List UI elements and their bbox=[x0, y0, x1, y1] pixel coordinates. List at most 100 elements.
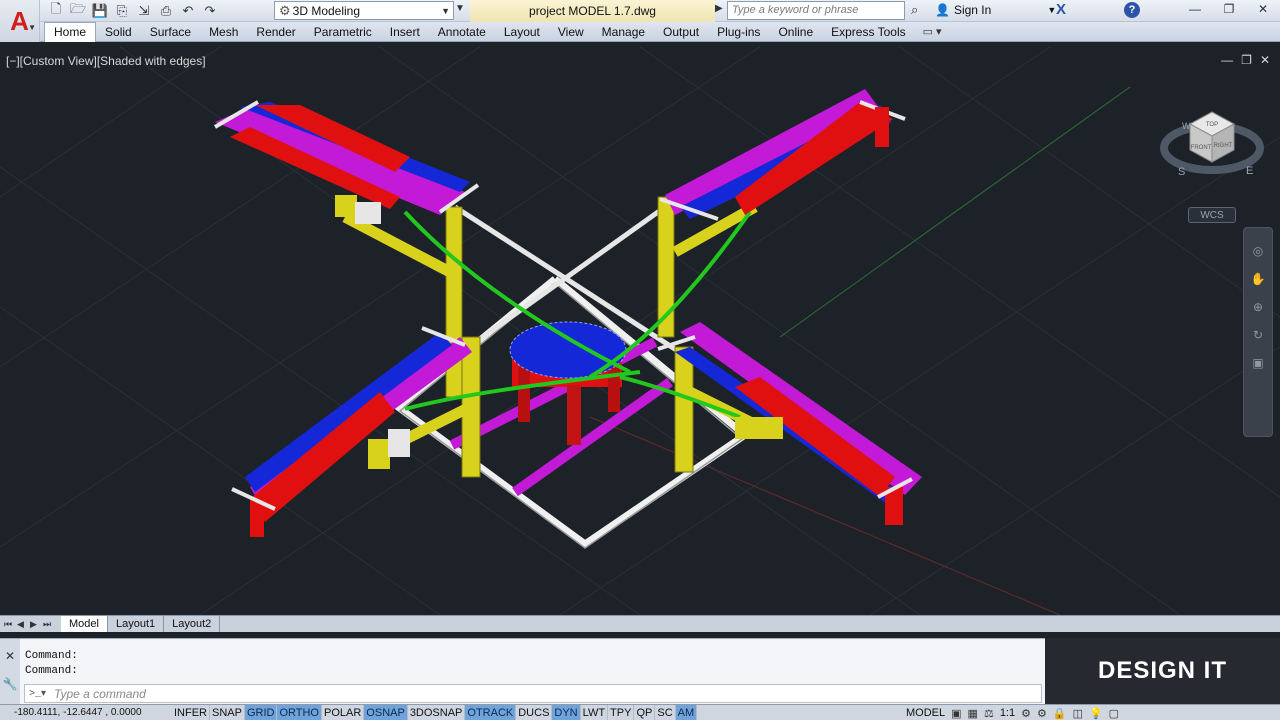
save-as-icon[interactable]: ⎘ bbox=[112, 1, 132, 21]
toggle-3dosnap[interactable]: 3DOSNAP bbox=[408, 705, 466, 720]
toggle-polar[interactable]: POLAR bbox=[322, 705, 365, 720]
command-history-line: Command: bbox=[25, 665, 78, 677]
viewport-label[interactable]: [−][Custom View][Shaded with edges] bbox=[6, 54, 206, 68]
ribbon-tab-mesh[interactable]: Mesh bbox=[200, 22, 247, 42]
sign-in-button[interactable]: 👤 Sign In ▼ bbox=[935, 3, 1056, 17]
ribbon-tab-home[interactable]: Home bbox=[44, 21, 97, 42]
new-file-icon[interactable]: 🗋 bbox=[46, 1, 66, 21]
layout-tab-model[interactable]: Model bbox=[61, 616, 108, 632]
prev-tab-icon[interactable]: ◀ bbox=[17, 619, 27, 630]
minimize-icon[interactable]: — bbox=[1221, 53, 1233, 67]
compass-s-label[interactable]: S bbox=[1178, 166, 1185, 178]
drawing-viewport[interactable]: [−][Custom View][Shaded with edges] — ❐ … bbox=[0, 47, 1280, 615]
undo-icon[interactable]: ↶ bbox=[178, 1, 198, 21]
ribbon-tab-online[interactable]: Online bbox=[769, 22, 822, 42]
restore-icon[interactable]: ❐ bbox=[1212, 0, 1246, 18]
viewcube[interactable]: TOP FRONT RIGHT S E W bbox=[1160, 102, 1264, 192]
layout-icon[interactable]: ▣ bbox=[951, 707, 961, 720]
showmotion-icon[interactable]: ▣ bbox=[1252, 356, 1263, 370]
toggle-grid[interactable]: GRID bbox=[244, 705, 278, 720]
restore-icon[interactable]: ❐ bbox=[1241, 53, 1252, 67]
toggle-snap[interactable]: SNAP bbox=[210, 705, 245, 720]
close-icon[interactable]: ✕ bbox=[1260, 53, 1270, 67]
save-icon[interactable]: 💾 bbox=[90, 1, 110, 21]
toggle-ortho[interactable]: ORTHO bbox=[277, 705, 322, 720]
model-space-label[interactable]: MODEL bbox=[906, 707, 945, 719]
orbit-icon[interactable]: ↻ bbox=[1253, 328, 1263, 342]
status-right: MODEL ▣ ▦ ⚖ 1:1 ⚙ ⚙ 🔒 ◫ 💡 ▢ bbox=[906, 705, 1119, 720]
ribbon-tab-output[interactable]: Output bbox=[654, 22, 708, 42]
exchange-icon[interactable]: X bbox=[1056, 1, 1066, 18]
first-tab-icon[interactable]: ⏮ bbox=[4, 619, 14, 630]
ribbon-tab-surface[interactable]: Surface bbox=[141, 22, 200, 42]
ribbon-tab-layout[interactable]: Layout bbox=[495, 22, 549, 42]
redo-icon[interactable]: ↷ bbox=[200, 1, 220, 21]
minimize-icon[interactable]: — bbox=[1178, 0, 1212, 18]
hardware-acceleration-icon[interactable]: ◫ bbox=[1073, 707, 1083, 720]
ribbon-tab-solid[interactable]: Solid bbox=[96, 22, 141, 42]
ribbon-tab-parametric[interactable]: Parametric bbox=[305, 22, 381, 42]
annotation-visibility-icon[interactable]: ⚙ bbox=[1021, 707, 1031, 720]
model-canvas[interactable] bbox=[0, 47, 1280, 615]
toggle-osnap[interactable]: OSNAP bbox=[364, 705, 408, 720]
close-icon[interactable]: ✕ bbox=[5, 649, 15, 663]
chevron-down-icon: ▼ bbox=[1047, 5, 1057, 15]
arm-bottom-right bbox=[657, 322, 922, 525]
ribbon-tab-manage[interactable]: Manage bbox=[593, 22, 654, 42]
close-icon[interactable]: ✕ bbox=[1246, 0, 1280, 18]
ribbon-tab-render[interactable]: Render bbox=[247, 22, 304, 42]
next-tab-icon[interactable]: ▶ bbox=[30, 619, 40, 630]
ribbon-tab-express-tools[interactable]: Express Tools bbox=[822, 22, 914, 42]
viewcube-top-label[interactable]: TOP bbox=[1206, 122, 1218, 128]
viewcube-front-label[interactable]: FRONT bbox=[1191, 145, 1212, 151]
chevron-down-icon: ▼ bbox=[28, 23, 36, 32]
ribbon-tab-plug-ins[interactable]: Plug-ins bbox=[708, 22, 769, 42]
workspace-switch-icon[interactable]: ⚙ bbox=[1037, 707, 1047, 720]
toggle-sc[interactable]: SC bbox=[655, 705, 676, 720]
machine-model[interactable] bbox=[213, 89, 922, 549]
plot-icon[interactable]: ⎙ bbox=[156, 1, 176, 21]
ribbon-tab-annotate[interactable]: Annotate bbox=[429, 22, 495, 42]
viewport-icon[interactable]: ▦ bbox=[968, 707, 978, 720]
viewcube-right-label[interactable]: RIGHT bbox=[1214, 143, 1233, 149]
pan-icon[interactable]: ✋ bbox=[1251, 272, 1266, 286]
command-prompt-icon[interactable]: >_▾ bbox=[29, 688, 46, 700]
binoculars-icon[interactable]: ⌕ bbox=[911, 2, 918, 18]
zoom-icon[interactable]: ⊕ bbox=[1253, 300, 1263, 314]
ribbon-tab-view[interactable]: View bbox=[549, 22, 593, 42]
compass-w-label[interactable]: W bbox=[1182, 121, 1191, 131]
application-menu-button[interactable]: A ▼ bbox=[0, 0, 40, 42]
toolbar-more-icon[interactable]: ▼ bbox=[455, 3, 465, 14]
layout-tab-layout2[interactable]: Layout2 bbox=[164, 616, 221, 632]
lock-icon[interactable]: 🔒 bbox=[1053, 707, 1067, 720]
ribbon-minimize-icon[interactable]: ▭ ▾ bbox=[923, 25, 942, 38]
toggle-infer[interactable]: INFER bbox=[172, 705, 210, 720]
toggle-lwt[interactable]: LWT bbox=[581, 705, 609, 720]
toggle-am[interactable]: AM bbox=[675, 705, 698, 720]
grid bbox=[0, 47, 1280, 615]
customize-icon[interactable]: 🔧 bbox=[3, 677, 18, 691]
toggle-qp[interactable]: QP bbox=[634, 705, 656, 720]
annotation-scale-label[interactable]: 1:1 bbox=[1000, 707, 1015, 719]
toggle-otrack[interactable]: OTRACK bbox=[465, 705, 517, 720]
clean-screen-icon[interactable]: ▢ bbox=[1109, 707, 1119, 720]
help-icon[interactable]: ? bbox=[1124, 2, 1140, 18]
command-input[interactable]: >_▾ Type a command bbox=[24, 684, 1042, 703]
compass-e-label[interactable]: E bbox=[1246, 165, 1253, 177]
chevron-right-icon[interactable]: ▶ bbox=[715, 3, 723, 14]
ribbon-tab-insert[interactable]: Insert bbox=[381, 22, 429, 42]
annotation-scale-icon[interactable]: ⚖ bbox=[984, 707, 994, 720]
wcs-menu[interactable]: WCS bbox=[1188, 207, 1236, 223]
open-folder-icon[interactable]: 🗁 bbox=[68, 1, 88, 21]
workspace-dropdown[interactable]: ⚙ 3D Modeling ▼ bbox=[274, 1, 454, 20]
toggle-dyn[interactable]: DYN bbox=[552, 705, 581, 720]
isolate-objects-icon[interactable]: 💡 bbox=[1089, 707, 1103, 720]
layout-tab-layout1[interactable]: Layout1 bbox=[108, 616, 165, 632]
toggle-tpy[interactable]: TPY bbox=[608, 705, 635, 720]
toggle-ducs[interactable]: DUCS bbox=[516, 705, 553, 720]
last-tab-icon[interactable]: ⏭ bbox=[43, 619, 53, 630]
publish-icon[interactable]: ⇲ bbox=[134, 1, 154, 21]
steering-wheel-icon[interactable]: ◎ bbox=[1253, 244, 1263, 258]
drafting-toggles: INFER SNAP GRID ORTHO POLAR OSNAP 3DOSNAP OTRAC… bbox=[172, 705, 698, 720]
search-input[interactable]: Type a keyword or phrase bbox=[727, 1, 905, 20]
